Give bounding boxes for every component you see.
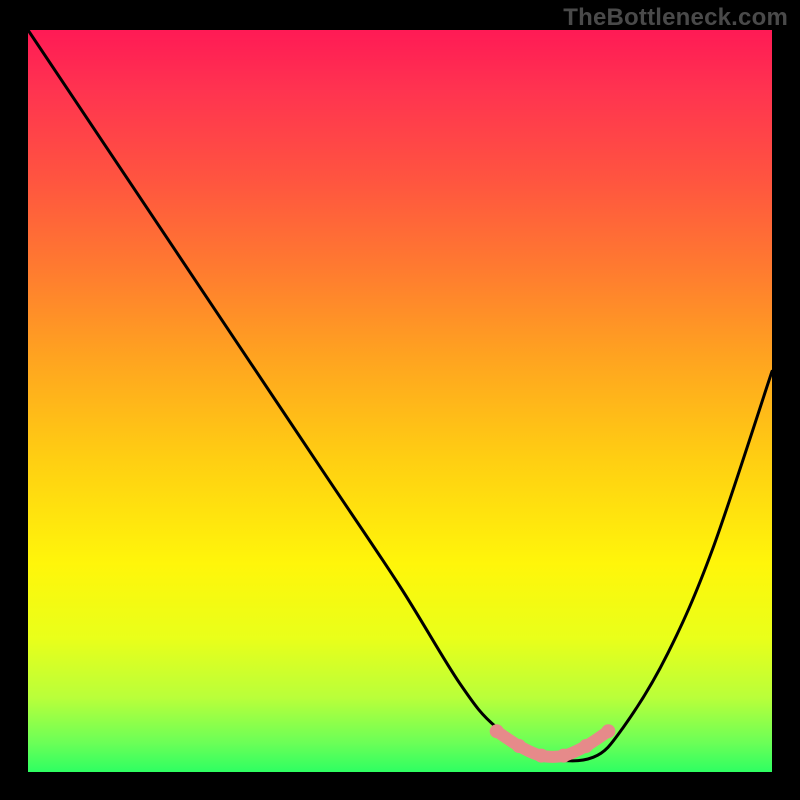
optimal-dot xyxy=(512,739,526,753)
optimal-dot xyxy=(601,724,615,738)
bottleneck-curve-path xyxy=(28,30,772,761)
optimal-dot xyxy=(579,739,593,753)
optimal-dot xyxy=(534,749,548,763)
plot-area xyxy=(28,30,772,772)
optimal-dot xyxy=(490,724,504,738)
chart-frame: TheBottleneck.com xyxy=(0,0,800,800)
optimal-dot xyxy=(557,749,571,763)
watermark-text: TheBottleneck.com xyxy=(563,4,788,32)
curve-layer xyxy=(28,30,772,772)
